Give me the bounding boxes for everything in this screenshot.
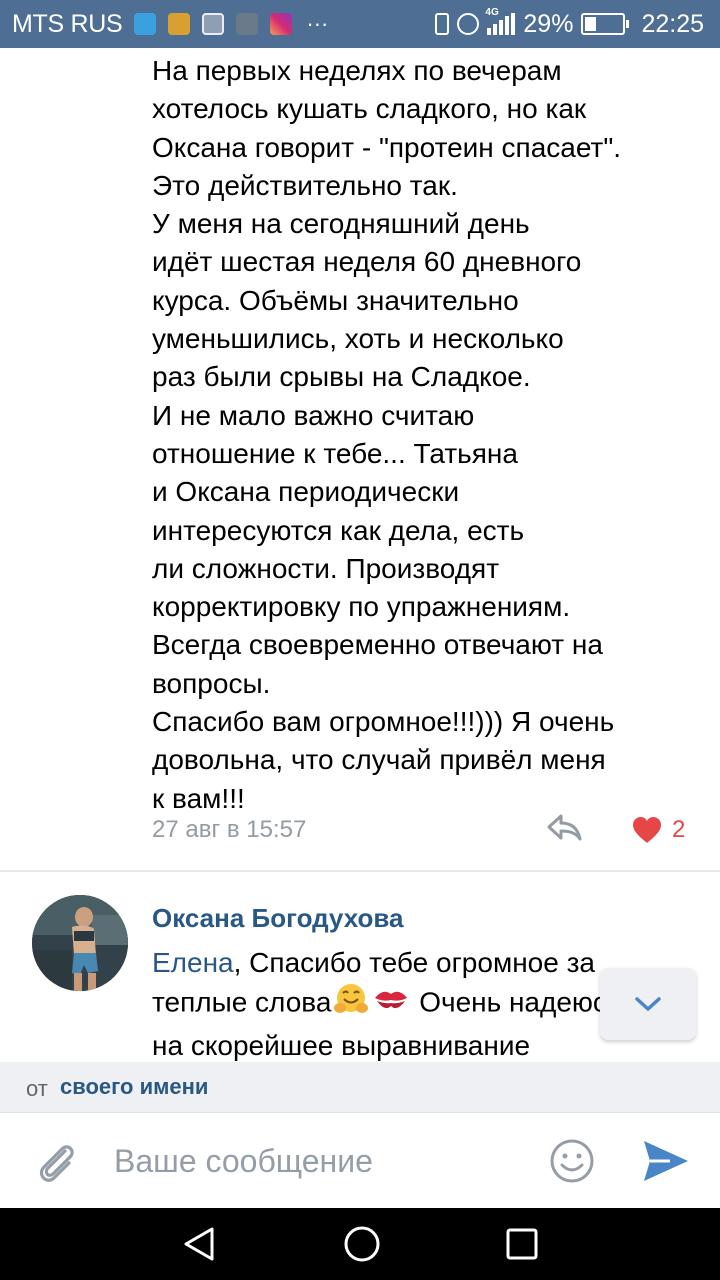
comment-author[interactable]: Оксана Богодухова: [152, 903, 404, 934]
battery-percent: 29%: [523, 9, 574, 38]
heart-icon: [633, 817, 661, 843]
system-nav-bar: [0, 1208, 720, 1280]
mention-link[interactable]: Елена: [152, 947, 234, 978]
recents-square-icon: [506, 1228, 538, 1260]
vibrate-icon: [435, 13, 450, 35]
message-line: и Оксана периодически: [152, 476, 460, 508]
scroll-down-button[interactable]: [600, 968, 696, 1040]
home-circle-icon: [344, 1226, 380, 1262]
status-left: MTS RUS ···: [12, 0, 328, 48]
message-line: вопросы.: [152, 667, 271, 699]
message-line: Спасибо вам огромное!!!))) Я очень: [152, 706, 615, 738]
message-line: курса. Объёмы значительно: [152, 284, 519, 316]
kiss-mark-emoji-icon: [373, 984, 409, 1024]
battery-icon: [581, 13, 630, 35]
clock: 22:25: [641, 9, 704, 38]
message-input[interactable]: [114, 1139, 534, 1183]
like-count: 2: [672, 816, 686, 843]
message-line: хотелось кушать сладкого, но как: [152, 93, 587, 125]
avatar-image: [32, 895, 128, 991]
message-line: На первых неделях по вечерам: [152, 55, 562, 86]
emoji-button[interactable]: [548, 1137, 596, 1185]
message-line: корректировку по упражнениям.: [152, 591, 571, 623]
hugging-face-emoji-icon: [333, 982, 369, 1026]
message-line: Это действительно так.: [152, 169, 458, 201]
message-line: ли сложности. Производят: [152, 552, 500, 584]
divider: [0, 870, 720, 872]
back-button[interactable]: [178, 1224, 222, 1264]
alarm-icon: [457, 13, 480, 35]
status-right: 4G 29% 22:25: [435, 0, 704, 48]
signal-icon: 4G: [485, 7, 516, 35]
back-triangle-icon: [184, 1227, 214, 1261]
send-icon: [644, 1141, 688, 1181]
post-as-selector[interactable]: своего имени: [60, 1074, 208, 1100]
more-icon: ···: [306, 11, 329, 36]
avatar[interactable]: [32, 895, 128, 991]
message-meta: 27 авг в 15:57 2: [152, 812, 692, 848]
message-line: У меня на сегодняшний день: [152, 208, 530, 240]
fish-app-icon: [134, 13, 157, 35]
status-bar: MTS RUS ··· 4G 29% 22:25: [0, 0, 720, 48]
message-timestamp: 27 авг в 15:57: [152, 816, 307, 843]
message-line: отношение к тебе... Татьяна: [152, 437, 518, 469]
chevron-down-icon: [635, 997, 661, 1011]
network-type: 4G: [485, 7, 499, 18]
message-composer: [0, 1112, 720, 1208]
message-line: Всегда своевременно отвечают на: [152, 629, 603, 661]
message-line: И не мало важно считаю: [152, 399, 475, 431]
comment-line-text: теплые слова: [152, 986, 332, 1018]
photo-icon: [236, 13, 259, 35]
message-line: Оксана говорит - "протеин спасает".: [152, 131, 622, 163]
home-button[interactable]: [340, 1222, 384, 1266]
lock-app-icon: [168, 13, 191, 35]
carrier-name: MTS RUS: [12, 9, 123, 38]
comment-line-text: , Спасибо тебе огромное за: [233, 947, 595, 978]
reply-icon: [547, 814, 582, 841]
message-line: идёт шестая неделя 60 дневного: [152, 246, 582, 278]
message-line: раз были срывы на Сладкое.: [152, 361, 531, 393]
post-as-label: от: [26, 1076, 48, 1101]
message-line: уменьшились, хоть и несколько: [152, 323, 564, 355]
message-line: интересуются как дела, есть: [152, 514, 525, 546]
post-as-bar: от своего имени: [0, 1062, 720, 1112]
message-body: На первых неделях по вечерам хотелось ку…: [152, 52, 712, 818]
comment-line-text: Очень надеюсь: [411, 986, 622, 1018]
reply-button[interactable]: [546, 812, 586, 848]
attach-button[interactable]: [32, 1137, 82, 1187]
smiley-icon: [550, 1139, 594, 1183]
message-line: довольна, что случай привёл меня: [152, 744, 606, 776]
like-button[interactable]: 2: [632, 812, 692, 848]
recents-button[interactable]: [500, 1222, 544, 1266]
instagram-icon: [270, 13, 293, 35]
paperclip-icon: [39, 1145, 74, 1182]
gallery-icon: [202, 13, 225, 35]
send-button[interactable]: [640, 1137, 692, 1185]
